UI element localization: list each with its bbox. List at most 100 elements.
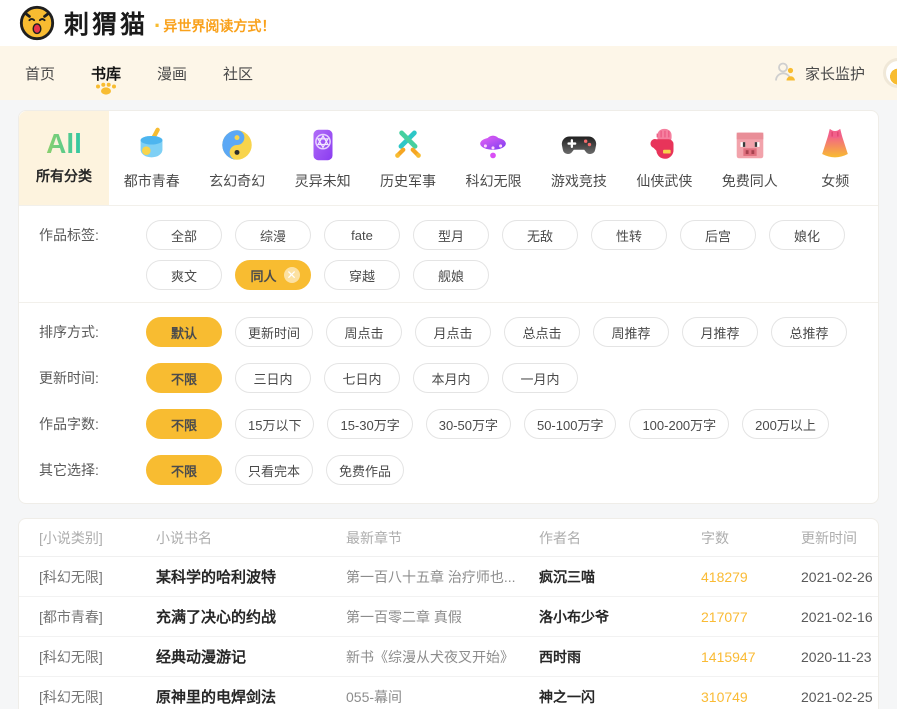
table-row[interactable]: [科幻无限] 经典动漫游记 新书《综漫从犬夜叉开始》 西时雨 1415947 2… [19, 637, 878, 677]
update-pill-selected[interactable]: 不限 [146, 363, 222, 393]
other-pill[interactable]: 只看完本 [235, 455, 313, 485]
tag-pill-line-2: 爽文 同人 ✕ 穿越 舰娘 [146, 260, 845, 290]
word-pill[interactable]: 200万以上 [742, 409, 829, 439]
tag-pill[interactable]: fate [324, 220, 400, 250]
boxing-glove-icon [644, 125, 684, 165]
word-pill[interactable]: 15万以下 [235, 409, 314, 439]
tag-pill[interactable]: 综漫 [235, 220, 311, 250]
category-wuxia[interactable]: 仙侠武侠 [622, 111, 707, 205]
latest-chapter-link[interactable]: 新书《综漫从犬夜叉开始》 [346, 647, 539, 667]
novel-title-link[interactable]: 充满了决心的约战 [156, 606, 346, 627]
update-date: 2020-11-23 [801, 649, 878, 665]
author-link[interactable]: 洛小布少爷 [539, 607, 701, 627]
novel-title-link[interactable]: 某科学的哈利波特 [156, 566, 346, 587]
tag-pill[interactable]: 舰娘 [413, 260, 489, 290]
sort-pill[interactable]: 更新时间 [235, 317, 313, 347]
novel-title-link[interactable]: 原神里的电焊剑法 [156, 686, 346, 707]
word-count: 418279 [701, 569, 801, 585]
word-pill[interactable]: 50-100万字 [524, 409, 616, 439]
tag-pill[interactable]: 娘化 [769, 220, 845, 250]
tag-pill[interactable]: 后宫 [680, 220, 756, 250]
category-label: 免费同人 [722, 171, 778, 191]
col-header-chapter: 最新章节 [346, 528, 539, 548]
sort-pill[interactable]: 总点击 [504, 317, 580, 347]
category-row: All 所有分类 都市青春 [19, 111, 878, 205]
hedgehog-cat-logo-icon[interactable] [18, 4, 56, 42]
word-count-pills: 不限 15万以下 15-30万字 30-50万字 50-100万字 100-20… [146, 409, 829, 439]
sort-pill[interactable]: 月推荐 [682, 317, 758, 347]
other-pill-selected[interactable]: 不限 [146, 455, 222, 485]
word-pill-selected[interactable]: 不限 [146, 409, 222, 439]
author-link[interactable]: 疯沉三喵 [539, 567, 701, 587]
main-content: All 所有分类 都市青春 [0, 100, 897, 709]
nav-item-home[interactable]: 首页 [25, 63, 55, 84]
sort-pill-selected[interactable]: 默认 [146, 317, 222, 347]
table-row[interactable]: [科幻无限] 原神里的电焊剑法 055-幕间 神之一闪 310749 2021-… [19, 677, 878, 709]
novel-category[interactable]: [科幻无限] [39, 687, 156, 707]
nav-item-community[interactable]: 社区 [223, 63, 253, 84]
novel-category[interactable]: [科幻无限] [39, 647, 156, 667]
category-history-military[interactable]: 历史军事 [365, 111, 450, 205]
word-pill[interactable]: 15-30万字 [327, 409, 412, 439]
word-pill[interactable]: 100-200万字 [629, 409, 729, 439]
latest-chapter-link[interactable]: 第一百八十五章 治疗师也... [346, 567, 539, 587]
filter-row-tags: 作品标签: 全部 综漫 fate 型月 无敌 性转 后宫 娘化 爽文 [19, 220, 878, 290]
col-header-date: 更新时间 [801, 528, 878, 548]
table-row[interactable]: [科幻无限] 某科学的哈利波特 第一百八十五章 治疗师也... 疯沉三喵 418… [19, 557, 878, 597]
nav-item-comics[interactable]: 漫画 [157, 63, 187, 84]
category-all[interactable]: All 所有分类 [19, 111, 109, 205]
category-urban-youth[interactable]: 都市青春 [109, 111, 194, 205]
novel-category[interactable]: [科幻无限] [39, 567, 156, 587]
category-scifi[interactable]: 科幻无限 [451, 111, 536, 205]
close-icon[interactable]: ✕ [284, 267, 300, 283]
gamepad-icon [559, 125, 599, 165]
filter-label: 更新时间: [39, 363, 146, 393]
pig-icon [730, 125, 770, 165]
other-pills: 不限 只看完本 免费作品 [146, 455, 404, 485]
tag-pill-lines: 全部 综漫 fate 型月 无敌 性转 后宫 娘化 爽文 同人 ✕ [146, 220, 845, 290]
table-row[interactable]: [都市青春] 充满了决心的约战 第一百零二章 真假 洛小布少爷 217077 2… [19, 597, 878, 637]
col-header-words: 字数 [701, 528, 801, 548]
parental-people-icon [773, 61, 798, 86]
update-pill[interactable]: 七日内 [324, 363, 400, 393]
sort-pill[interactable]: 总推荐 [771, 317, 847, 347]
category-label: 游戏竞技 [551, 171, 607, 191]
tag-pill[interactable]: 型月 [413, 220, 489, 250]
category-supernatural[interactable]: 灵异未知 [280, 111, 365, 205]
novel-category[interactable]: [都市青春] [39, 607, 156, 627]
brand-name[interactable]: 刺猬猫 [64, 5, 148, 41]
category-gaming[interactable]: 游戏竞技 [536, 111, 621, 205]
sort-pill[interactable]: 周推荐 [593, 317, 669, 347]
tag-pill[interactable]: 爽文 [146, 260, 222, 290]
parental-control-link[interactable]: 家长监护 [773, 61, 865, 86]
sort-pill[interactable]: 月点击 [415, 317, 491, 347]
tag-pill[interactable]: 无敌 [502, 220, 578, 250]
avatar[interactable] [883, 58, 897, 88]
latest-chapter-link[interactable]: 第一百零二章 真假 [346, 607, 539, 627]
tag-pill[interactable]: 穿越 [324, 260, 400, 290]
tag-pill-selected[interactable]: 同人 ✕ [235, 260, 311, 290]
tag-filter-section: 作品标签: 全部 综漫 fate 型月 无敌 性转 后宫 娘化 爽文 [19, 206, 878, 302]
author-link[interactable]: 神之一闪 [539, 687, 701, 707]
ufo-icon [473, 125, 513, 165]
author-link[interactable]: 西时雨 [539, 647, 701, 667]
update-pill[interactable]: 本月内 [413, 363, 489, 393]
nav-item-library[interactable]: 书库 [91, 63, 121, 84]
category-fantasy[interactable]: 玄幻奇幻 [194, 111, 279, 205]
latest-chapter-link[interactable]: 055-幕间 [346, 687, 539, 707]
category-free-doujin[interactable]: 免费同人 [707, 111, 792, 205]
tag-pill[interactable]: 全部 [146, 220, 222, 250]
other-pill[interactable]: 免费作品 [326, 455, 404, 485]
word-pill[interactable]: 30-50万字 [426, 409, 511, 439]
category-female[interactable]: 女频 [793, 111, 878, 205]
category-all-label: 所有分类 [36, 166, 92, 186]
paint-bucket-icon [132, 125, 172, 165]
crossed-swords-icon [388, 125, 428, 165]
filter-label: 排序方式: [39, 317, 146, 347]
update-pill[interactable]: 一月内 [502, 363, 578, 393]
tag-pill[interactable]: 性转 [591, 220, 667, 250]
category-label: 科幻无限 [465, 171, 521, 191]
update-pill[interactable]: 三日内 [235, 363, 311, 393]
novel-title-link[interactable]: 经典动漫游记 [156, 646, 346, 667]
sort-pill[interactable]: 周点击 [326, 317, 402, 347]
